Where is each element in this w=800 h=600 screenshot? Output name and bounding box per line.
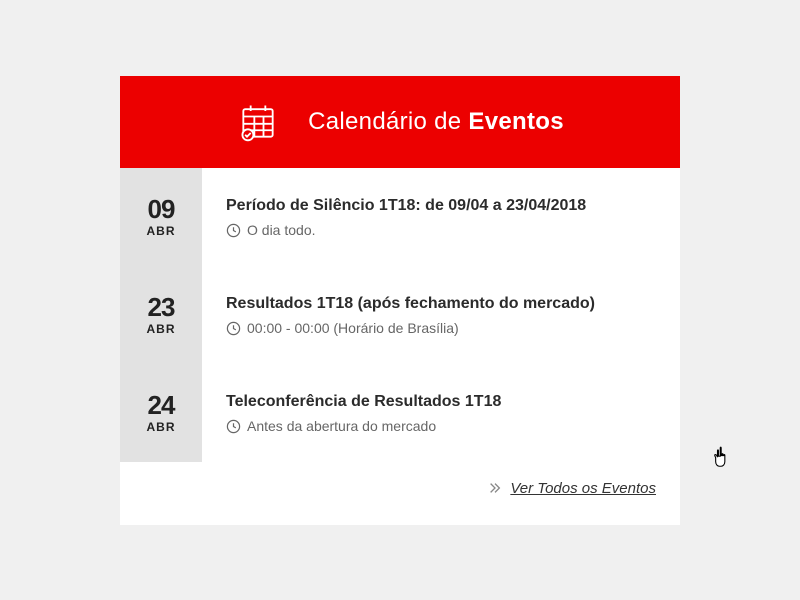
event-day: 23	[120, 294, 202, 320]
event-time-text: O dia todo.	[247, 222, 316, 238]
event-time-text: Antes da abertura do mercado	[247, 418, 436, 434]
clock-icon	[226, 223, 241, 238]
event-date-block: 09 ABR	[120, 168, 202, 266]
widget-header: Calendário de Eventos	[120, 76, 680, 168]
event-month: ABR	[120, 420, 202, 434]
title-light: Calendário de	[308, 108, 468, 135]
widget-title: Calendário de Eventos	[308, 108, 564, 136]
event-month: ABR	[120, 322, 202, 336]
hand-cursor-icon	[712, 445, 734, 471]
event-title: Resultados 1T18 (após fechamento do merc…	[226, 294, 656, 315]
event-title: Período de Silêncio 1T18: de 09/04 a 23/…	[226, 196, 656, 217]
event-item[interactable]: 09 ABR Período de Silêncio 1T18: de 09/0…	[120, 168, 680, 266]
event-month: ABR	[120, 224, 202, 238]
event-item[interactable]: 24 ABR Teleconferência de Resultados 1T1…	[120, 364, 680, 462]
clock-icon	[226, 321, 241, 336]
event-time-row: Antes da abertura do mercado	[226, 418, 656, 434]
event-details: Período de Silêncio 1T18: de 09/04 a 23/…	[202, 168, 680, 266]
title-bold: Eventos	[468, 108, 563, 135]
chevron-double-right-icon	[488, 481, 502, 495]
view-all-events-link[interactable]: Ver Todos os Eventos	[510, 480, 656, 497]
event-day: 24	[120, 392, 202, 418]
events-list: 09 ABR Período de Silêncio 1T18: de 09/0…	[120, 168, 680, 525]
calendar-check-icon	[236, 100, 280, 144]
event-time-row: 00:00 - 00:00 (Horário de Brasília)	[226, 320, 656, 336]
widget-footer: Ver Todos os Eventos	[120, 462, 680, 525]
event-date-block: 24 ABR	[120, 364, 202, 462]
event-details: Resultados 1T18 (após fechamento do merc…	[202, 266, 680, 364]
event-time-row: O dia todo.	[226, 222, 656, 238]
event-date-block: 23 ABR	[120, 266, 202, 364]
event-title: Teleconferência de Resultados 1T18	[226, 392, 656, 413]
event-item[interactable]: 23 ABR Resultados 1T18 (após fechamento …	[120, 266, 680, 364]
events-calendar-widget: Calendário de Eventos 09 ABR Período de …	[120, 76, 680, 525]
event-day: 09	[120, 196, 202, 222]
event-details: Teleconferência de Resultados 1T18 Antes…	[202, 364, 680, 462]
clock-icon	[226, 419, 241, 434]
event-time-text: 00:00 - 00:00 (Horário de Brasília)	[247, 320, 459, 336]
